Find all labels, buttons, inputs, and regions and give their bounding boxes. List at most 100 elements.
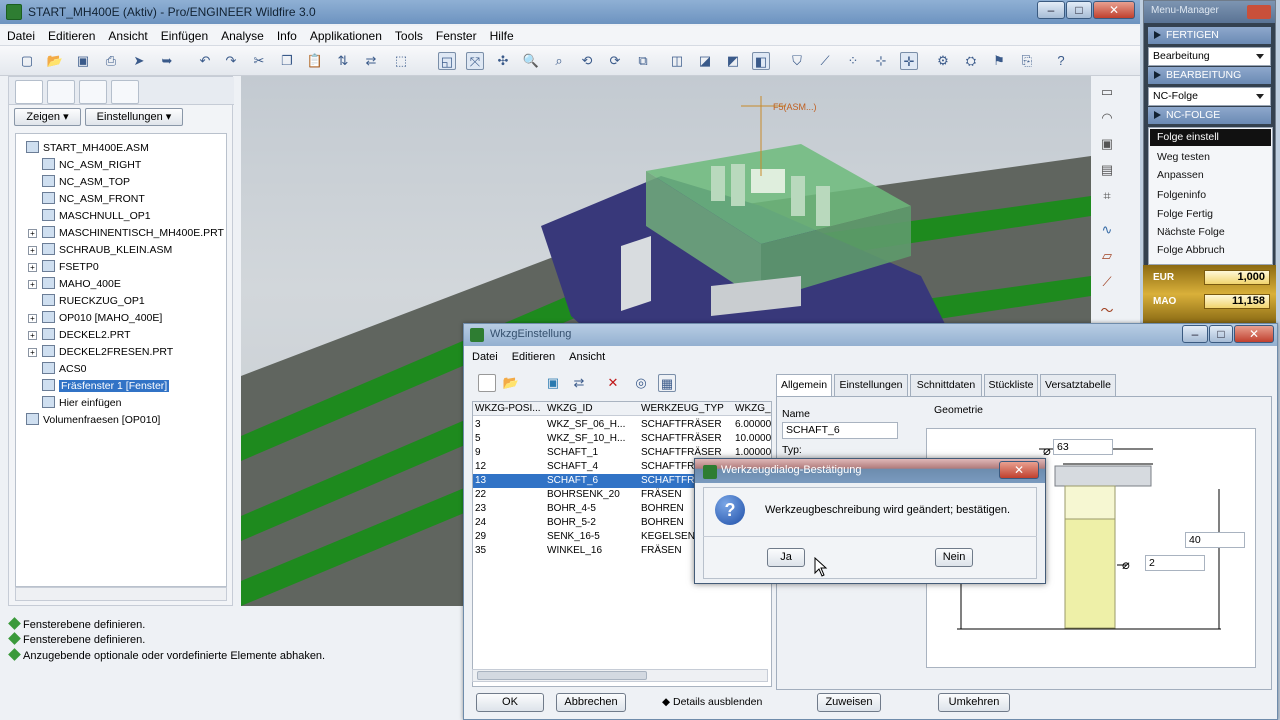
zoom-in-icon[interactable]: 🔍 [522,52,540,70]
new-icon[interactable]: ▢ [18,52,36,70]
save-tool-icon[interactable]: ▣ [544,374,562,392]
tab-einstellungen[interactable]: Einstellungen [834,374,908,396]
dialog-close-button[interactable]: ✕ [1234,325,1274,343]
menu-item-folge-fertig[interactable]: Folge Fertig [1150,206,1271,223]
dialog-menu-datei[interactable]: Datei [464,348,504,363]
save-icon[interactable]: ▣ [74,52,92,70]
tree-item[interactable]: ACS0 [42,361,86,378]
menu-ansicht[interactable]: Ansicht [101,26,153,43]
expand-icon[interactable]: + [28,246,37,255]
details-toggle[interactable]: ◆ Details ausblenden [662,696,762,708]
menu-editieren[interactable]: Editieren [41,26,101,43]
tool-icon[interactable]: ▣ [1096,136,1118,156]
bearbeitung-select[interactable]: Bearbeitung [1148,47,1271,66]
no-hidden-icon[interactable]: ◩ [724,52,742,70]
menu-datei[interactable]: Datei [0,26,41,43]
expand-icon[interactable]: + [28,280,37,289]
datum-display-icon[interactable]: ⤧ [466,52,484,70]
sketch-icon[interactable]: 〜 [1096,300,1118,320]
tree-item[interactable]: + MASCHINENTISCH_MH400E.PRT [28,225,224,242]
nc-sequence-icon[interactable]: ⎘ [1018,52,1036,70]
expand-icon[interactable]: + [28,314,37,323]
new-tool-icon[interactable] [478,374,496,392]
print-icon[interactable]: ⎙ [102,52,120,70]
spin-center-icon[interactable]: ✣ [494,52,512,70]
col-tool-id[interactable]: WKZG_ID [547,402,639,416]
spin-center-toggle-icon[interactable]: ✛ [900,52,918,70]
refit-icon[interactable]: ⟲ [578,52,596,70]
col-tool-dia[interactable]: WKZG_... [735,402,771,416]
tab-model-tree[interactable] [15,80,43,104]
col-tool-type[interactable]: WERKZEUG_TYP [641,402,733,416]
tab-connections[interactable] [111,80,139,104]
display-tool-icon[interactable]: ◎ [632,374,650,392]
scrollbar-thumb[interactable] [477,671,647,680]
expand-icon[interactable]: + [28,331,37,340]
regen-manager-icon[interactable]: ⇄ [362,52,380,70]
menu-manager-close-icon[interactable] [1247,5,1271,19]
menu-nc-folge[interactable]: NC-FOLGE [1148,107,1271,124]
open-icon[interactable]: 📂 [46,52,64,70]
tree-item[interactable]: + MAHO_400E [28,276,121,293]
cancel-button[interactable]: Abbrechen [556,693,626,712]
ncfolge-select[interactable]: NC-Folge [1148,87,1271,106]
settings-dropdown[interactable]: Einstellungen ▾ [85,108,183,126]
tab-stueckliste[interactable]: Stückliste [984,374,1038,396]
tree-item[interactable]: RUECKZUG_OP1 [42,293,145,310]
yes-button[interactable]: Ja [767,548,805,567]
tab-schnittdaten[interactable]: Schnittdaten [910,374,982,396]
minimize-button[interactable]: – [1037,1,1065,19]
menu-hilfe[interactable]: Hilfe [483,26,520,43]
tree-item[interactable]: MASCHNULL_OP1 [42,208,151,225]
saved-views-icon[interactable]: ⧉ [634,52,652,70]
send-icon[interactable]: ➤ [130,52,148,70]
menu-bearbeitung[interactable]: BEARBEITUNG [1148,67,1271,84]
view-orient-icon[interactable]: ◱ [438,52,456,70]
menu-analyse[interactable]: Analyse [214,26,270,43]
confirm-close-button[interactable]: ✕ [999,461,1039,479]
hidden-line-icon[interactable]: ◪ [696,52,714,70]
dialog-maximize-button[interactable]: □ [1209,325,1233,343]
curve-icon[interactable]: ∿ [1096,222,1118,242]
menu-einfuegen[interactable]: Einfügen [154,26,214,43]
plane-icon[interactable]: ▱ [1096,248,1118,268]
tab-allgemein[interactable]: Allgemein [776,374,832,398]
tree-item[interactable]: + SCHRAUB_KLEIN.ASM [28,242,172,259]
tree-item[interactable]: Fräsfenster 1 [Fenster] [42,378,170,395]
reorient-icon[interactable]: ⟳ [606,52,624,70]
table-view-icon[interactable]: ▦ [658,374,676,392]
no-button[interactable]: Nein [935,548,973,567]
close-button[interactable]: ✕ [1093,1,1135,19]
tree-item[interactable]: NC_ASM_RIGHT [42,157,141,174]
revert-button[interactable]: Umkehren [938,693,1010,712]
tab-folder-browser[interactable] [47,80,75,104]
datum-points-icon[interactable]: ⁘ [844,52,862,70]
menu-item-weg-testen[interactable]: Weg testen [1150,149,1271,166]
tree-item[interactable]: Volumenfraesen [OP010] [26,412,160,429]
menu-info[interactable]: Info [270,26,303,43]
menu-item-anpassen[interactable]: Anpassen [1150,167,1271,184]
dialog-minimize-button[interactable]: – [1182,325,1208,343]
delete-tool-icon[interactable]: ✕ [604,374,622,392]
menu-item-naechste-folge[interactable]: Nächste Folge [1150,224,1271,241]
maximize-button[interactable]: □ [1066,1,1092,19]
select-box-icon[interactable]: ⬚ [392,52,410,70]
name-field[interactable]: SCHAFT_6 [782,422,898,439]
wireframe-icon[interactable]: ◫ [668,52,686,70]
copy-icon[interactable]: ❐ [278,52,296,70]
datum-axes-icon[interactable]: ⟋ [816,52,834,70]
paste-icon[interactable]: 📋 [306,52,324,70]
copy-tool-icon[interactable]: ⇄ [570,374,588,392]
open-tool-icon[interactable]: 📂 [502,374,520,392]
tree-horizontal-scrollbar[interactable] [15,587,227,601]
dialog-menu-editieren[interactable]: Editieren [504,348,561,363]
corner-radius-field[interactable]: 2 [1145,555,1205,571]
menu-tools[interactable]: Tools [388,26,429,43]
table-row[interactable]: 3 WKZ_SF_06_H... SCHAFTFRÄSER 6.00000 [473,418,771,432]
table-horizontal-scrollbar[interactable] [472,669,768,682]
tree-item[interactable]: START_MH400E.ASM [26,140,149,157]
diameter-field[interactable]: 63 [1053,439,1113,455]
redo-icon[interactable]: ↷ [222,52,240,70]
shading-icon[interactable]: ◧ [752,52,770,70]
datum-planes-icon[interactable]: ⛉ [788,52,806,70]
